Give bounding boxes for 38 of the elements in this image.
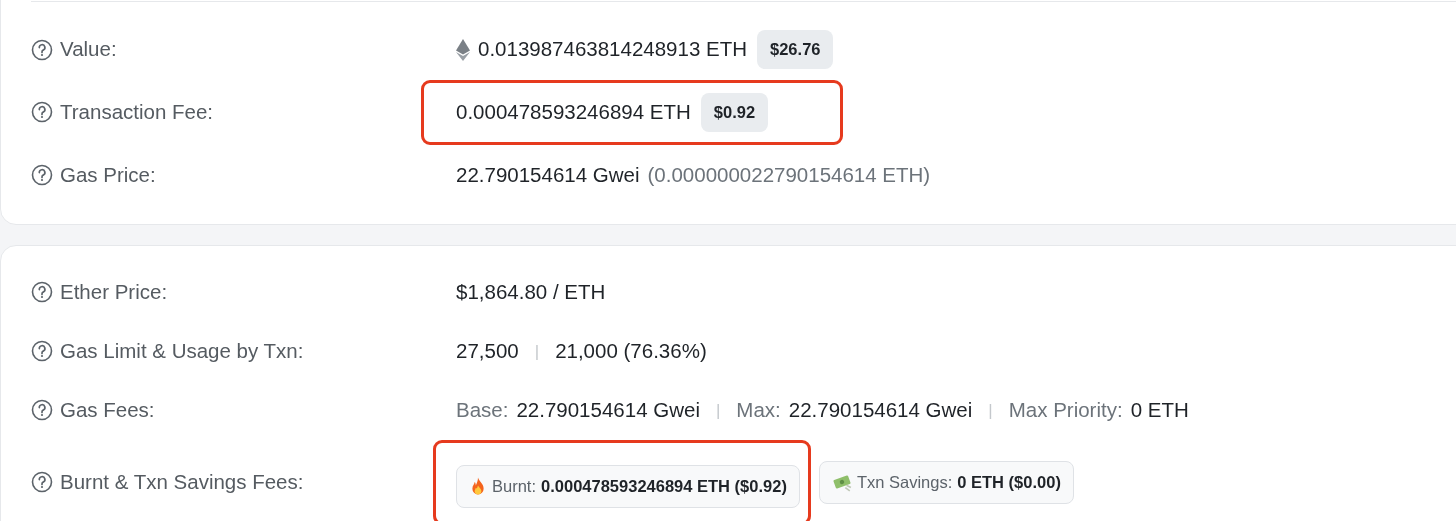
field-label: Burnt & Txn Savings Fees:	[60, 468, 304, 495]
help-icon	[31, 340, 53, 363]
field-label: Transaction Fee:	[60, 99, 214, 125]
value-text: Max Priority:	[1008, 396, 1123, 423]
value-text: 22.790154614 Gwei	[516, 396, 700, 423]
help-icon	[31, 38, 53, 61]
help-icon	[31, 471, 53, 494]
separator: |	[715, 399, 721, 422]
value-text: Max:	[736, 396, 781, 423]
separator: |	[534, 340, 540, 363]
value-text: 22.790154614 Gwei	[788, 396, 973, 423]
separator: |	[988, 399, 993, 422]
value-text: 0 ETH	[1130, 396, 1189, 423]
chip-value: 0 ETH ($0.00)	[957, 471, 1061, 493]
value-text: $1,864.80 / ETH	[456, 278, 606, 305]
help-icon	[31, 101, 53, 124]
value-text: (0.000000022790154614 ETH)	[647, 161, 931, 188]
field-label: Value:	[60, 36, 117, 63]
price-badge: $0.92	[700, 93, 769, 132]
value-text: 0.000478593246894 ETH	[456, 99, 691, 125]
price-badge: $26.76	[757, 30, 834, 69]
field-label: Ether Price:	[60, 278, 168, 305]
help-icon	[31, 164, 53, 187]
value-text: 0.013987463814248913 ETH	[478, 36, 747, 63]
chip-value: 0.000478593246894 ETH ($0.92)	[541, 475, 787, 497]
chip-label: Burnt:	[492, 475, 537, 497]
fire-icon	[469, 476, 487, 497]
value-text: 21,000 (76.36%)	[555, 337, 707, 364]
help-icon	[31, 281, 53, 304]
field-label: Gas Price:	[60, 161, 156, 188]
help-icon	[31, 399, 53, 422]
chip-label: Txn Savings:	[856, 471, 953, 493]
value-text: Base:	[456, 396, 509, 423]
value-text: 22.790154614 Gwei	[456, 161, 640, 188]
field-label: Gas Fees:	[60, 396, 155, 423]
ethereum-icon	[456, 38, 470, 61]
field-label: Gas Limit & Usage by Txn:	[60, 337, 304, 364]
value-text: 27,500	[456, 337, 519, 364]
